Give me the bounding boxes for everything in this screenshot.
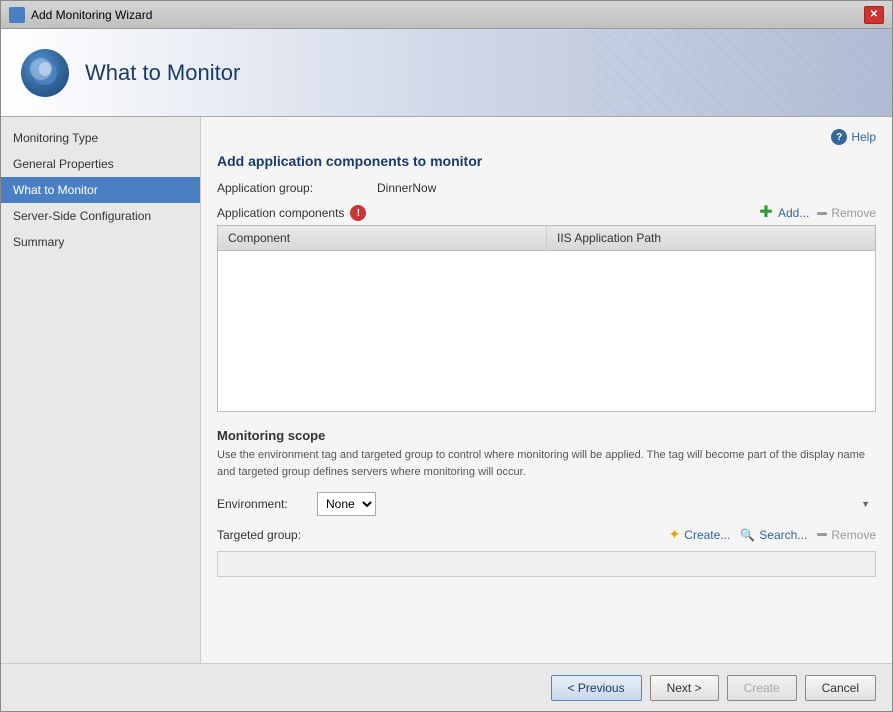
col-component: Component bbox=[218, 226, 547, 250]
add-label: Add... bbox=[778, 206, 809, 220]
app-components-text: Application components bbox=[217, 206, 344, 220]
main-panel: ? Help Add application components to mon… bbox=[201, 117, 892, 663]
remove-bar-icon bbox=[817, 212, 827, 215]
scope-section: Monitoring scope Use the environment tag… bbox=[217, 428, 876, 577]
footer: < Previous Next > Create Cancel bbox=[1, 663, 892, 711]
window-icon bbox=[9, 7, 25, 23]
sidebar-item-summary[interactable]: Summary bbox=[1, 229, 200, 255]
table-header: Component IIS Application Path bbox=[218, 226, 875, 251]
create-label: Create... bbox=[684, 528, 730, 542]
search-button[interactable]: 🔍 Search... bbox=[740, 528, 807, 542]
environment-select-wrapper: None bbox=[317, 492, 876, 516]
app-group-row: Application group: DinnerNow bbox=[217, 181, 876, 195]
targeted-remove-label: Remove bbox=[831, 528, 876, 542]
help-row: ? Help bbox=[217, 129, 876, 145]
search-label: Search... bbox=[759, 528, 807, 542]
sidebar-item-monitoring-type[interactable]: Monitoring Type bbox=[1, 125, 200, 151]
header-banner: What to Monitor bbox=[1, 29, 892, 117]
sidebar-item-server-side-config[interactable]: Server-Side Configuration bbox=[1, 203, 200, 229]
scope-title: Monitoring scope bbox=[217, 428, 876, 443]
targeted-value-box bbox=[217, 551, 876, 577]
star-icon: ✦ bbox=[669, 526, 681, 543]
content-area: Monitoring Type General Properties What … bbox=[1, 117, 892, 663]
targeted-label: Targeted group: bbox=[217, 528, 317, 542]
toolbar-buttons: ✚ Add... Remove bbox=[758, 205, 876, 221]
targeted-remove: Remove bbox=[817, 528, 876, 542]
cancel-button[interactable]: Cancel bbox=[805, 675, 876, 701]
create-button[interactable]: ✦ Create... bbox=[669, 526, 731, 543]
header-pattern bbox=[592, 29, 892, 116]
scope-desc: Use the environment tag and targeted gro… bbox=[217, 447, 876, 480]
create-footer-button[interactable]: Create bbox=[727, 675, 797, 701]
table-body bbox=[218, 251, 875, 411]
app-group-value: DinnerNow bbox=[377, 181, 436, 195]
main-window: Add Monitoring Wizard ✕ What to Monitor … bbox=[0, 0, 893, 712]
close-button[interactable]: ✕ bbox=[864, 6, 884, 24]
plus-icon: ✚ bbox=[758, 205, 774, 221]
window-title: Add Monitoring Wizard bbox=[31, 8, 864, 22]
header-icon bbox=[21, 49, 69, 97]
help-link[interactable]: ? Help bbox=[831, 129, 876, 145]
app-components-label-row: Application components ! bbox=[217, 205, 366, 221]
targeted-group-row: Targeted group: ✦ Create... 🔍 Search... bbox=[217, 526, 876, 543]
targeted-buttons: ✦ Create... 🔍 Search... Remove bbox=[669, 526, 876, 543]
help-icon: ? bbox=[831, 129, 847, 145]
title-bar: Add Monitoring Wizard ✕ bbox=[1, 1, 892, 29]
col-iis-path: IIS Application Path bbox=[547, 226, 875, 250]
previous-button[interactable]: < Previous bbox=[551, 675, 642, 701]
environment-row: Environment: None bbox=[217, 492, 876, 516]
app-components-header: Application components ! ✚ Add... Remove bbox=[217, 205, 876, 221]
sidebar-item-general-properties[interactable]: General Properties bbox=[1, 151, 200, 177]
components-table: Component IIS Application Path bbox=[217, 225, 876, 412]
help-label: Help bbox=[851, 130, 876, 144]
sidebar: Monitoring Type General Properties What … bbox=[1, 117, 201, 663]
header-title: What to Monitor bbox=[85, 60, 240, 86]
environment-select[interactable]: None bbox=[317, 492, 376, 516]
search-icon: 🔍 bbox=[740, 528, 755, 542]
add-button[interactable]: ✚ Add... bbox=[758, 205, 809, 221]
remove-label-top: Remove bbox=[831, 206, 876, 220]
next-button[interactable]: Next > bbox=[650, 675, 719, 701]
app-group-label: Application group: bbox=[217, 181, 377, 195]
environment-label: Environment: bbox=[217, 497, 317, 511]
targeted-remove-bar bbox=[817, 533, 827, 536]
error-icon: ! bbox=[350, 205, 366, 221]
remove-button-top[interactable]: Remove bbox=[817, 206, 876, 220]
sidebar-item-what-to-monitor[interactable]: What to Monitor bbox=[1, 177, 200, 203]
section-title: Add application components to monitor bbox=[217, 153, 876, 169]
